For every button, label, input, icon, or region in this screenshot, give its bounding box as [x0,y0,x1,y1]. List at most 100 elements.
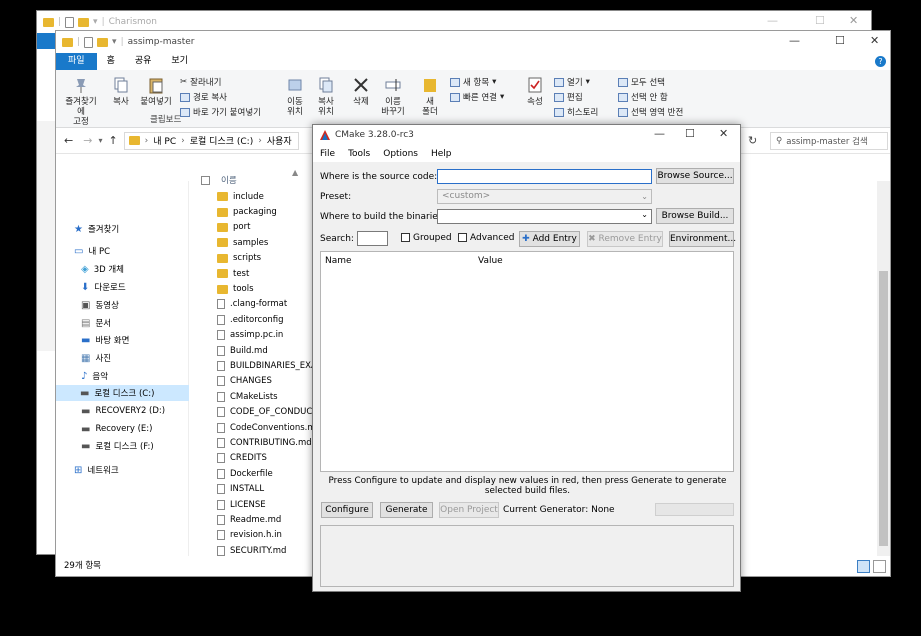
sidebar-item[interactable]: ▭ 내 PC [74,243,110,259]
file-icon [217,314,225,325]
menu-file[interactable]: File [320,149,335,159]
sidebar-item[interactable]: ▣ 동영상 [81,297,119,313]
sidebar-item[interactable]: ▬ 로컬 디스크 (C:) [56,385,189,401]
breadcrumb-item[interactable]: 로컬 디스크 (C:) [190,134,253,147]
properties-icon[interactable] [84,36,94,48]
sidebar-item[interactable]: ▬ 로컬 디스크 (F:) [81,438,154,454]
advanced-checkbox[interactable]: Advanced [458,233,514,243]
tab-share[interactable]: 공유 [125,53,162,70]
minimize-icon[interactable]: — [789,34,800,47]
sidebar-item[interactable]: ▦ 사진 [81,350,111,366]
remove-entry-button[interactable]: ✖ Remove Entry [587,231,663,247]
browse-build-button[interactable]: Browse Build... [656,208,734,224]
maximize-icon[interactable]: ☐ [815,14,825,27]
select-none-button[interactable]: 선택 안 함 [618,91,668,103]
cache-variables-table[interactable]: Name Value [320,251,734,472]
tab-view[interactable]: 보기 [161,53,198,70]
file-name: .editorconfig [230,314,284,325]
tab-home[interactable]: 홈 [97,53,125,70]
dropdown-icon: ▾ [585,77,590,87]
open-project-button[interactable]: Open Project [439,502,499,518]
sidebar-item[interactable]: ♪ 음악 [81,368,108,384]
menu-options[interactable]: Options [383,149,418,159]
up-arrow-icon[interactable]: ↑ [108,134,117,147]
sidebar-item-label: 사진 [95,354,112,364]
new-folder-button[interactable]: 새 폴더 [418,76,442,117]
close-icon[interactable]: ✕ [719,127,728,140]
preset-select[interactable]: <custom> ⌄ [437,189,652,204]
scrollbar-thumb[interactable] [879,271,888,546]
search-input[interactable]: ⚲ assimp-master 검색 [770,132,888,150]
move-to-button[interactable]: 이동 위치 [280,76,310,117]
sidebar-item[interactable]: ⊞ 네트워크 [74,462,119,478]
back-arrow-icon[interactable]: ← [64,134,73,147]
pin-quick-access-button[interactable]: 즐겨찾기에 고정 [62,76,100,127]
sidebar-item[interactable]: ▤ 문서 [81,315,111,331]
invert-selection-button[interactable]: 선택 영역 반전 [618,106,683,118]
sidebar-item[interactable]: ▬ RECOVERY2 (D:) [81,403,165,419]
minimize-icon[interactable]: — [654,127,665,140]
environment-button[interactable]: Environment... [669,231,736,247]
forward-arrow-icon[interactable]: → [83,134,92,147]
edit-icon [554,92,564,102]
file-icon [217,437,225,448]
output-log[interactable] [320,525,734,587]
build-label: Where to build the binaries: [320,212,446,222]
sidebar-item[interactable]: ▬ 바탕 화면 [81,332,129,348]
grouped-check-box[interactable] [401,233,410,242]
copy-path-button[interactable]: 경로 복사 [180,91,227,103]
sidebar-item[interactable]: ◈ 3D 개체 [81,261,124,277]
cut-button[interactable]: ✂ 잘라내기 [180,76,221,88]
maximize-icon[interactable]: ☐ [835,34,845,47]
music-icon: ♪ [81,370,88,382]
large-icons-view-icon[interactable] [873,560,886,573]
recent-dropdown-icon[interactable]: ▾ [98,136,102,145]
cmake-title: CMake 3.28.0-rc3 [335,130,414,140]
cmake-search-input[interactable] [357,231,388,246]
help-icon[interactable]: ? [875,56,886,67]
new-folder-icon[interactable] [97,37,109,47]
tab-file[interactable]: 파일 [56,53,97,70]
quick-access-dropdown-icon[interactable]: ▾ [112,37,117,47]
delete-button[interactable]: 삭제 [348,76,374,107]
add-entry-button[interactable]: ✚ Add Entry [519,231,580,247]
close-icon[interactable]: ✕ [849,14,858,27]
breadcrumb-item[interactable]: 사용자 [267,134,292,147]
source-path-input[interactable] [437,169,652,184]
maximize-icon[interactable]: ☐ [685,127,695,140]
new-item-button[interactable]: 새 항목 ▾ [450,76,496,88]
history-button[interactable]: 히스토리 [554,106,598,118]
configure-button[interactable]: Configure [321,502,373,518]
paste-button[interactable]: 붙여넣기 [138,76,174,107]
properties-button[interactable]: 속성 [522,76,548,107]
select-all-button[interactable]: 모두 선택 [618,76,665,88]
details-view-icon[interactable] [857,560,870,573]
copy-to-button[interactable]: 복사 위치 [311,76,341,117]
menu-help[interactable]: Help [431,149,452,159]
close-icon[interactable]: ✕ [870,34,879,47]
build-path-input[interactable]: ⌄ [437,209,652,224]
rename-button[interactable]: 이름 바꾸기 [378,76,408,117]
browse-source-button[interactable]: Browse Source... [656,168,734,184]
generate-button[interactable]: Generate [380,502,433,518]
refresh-icon[interactable]: ↻ [748,134,757,147]
select-all-checkbox[interactable] [201,175,210,185]
menu-tools[interactable]: Tools [348,149,370,159]
sidebar-item[interactable]: ▬ Recovery (E:) [81,421,152,437]
delete-label: 삭제 [353,97,369,107]
paste-shortcut-button[interactable]: 바로 가기 붙여넣기 [180,106,261,118]
grouped-checkbox[interactable]: Grouped [401,233,452,243]
advanced-check-box[interactable] [458,233,467,242]
vertical-scrollbar[interactable] [877,181,890,556]
sidebar-item[interactable]: ★ 즐겨찾기 [74,221,119,237]
new-item-label: 새 항목 [463,78,490,88]
copy-button[interactable]: 복사 [108,76,134,107]
open-button[interactable]: 열기 ▾ [554,76,590,88]
easy-access-button[interactable]: 빠른 연결 ▾ [450,91,504,103]
minimize-icon[interactable]: — [767,14,778,27]
breadcrumb-item[interactable]: 내 PC [153,134,176,147]
sidebar-item[interactable]: ⬇ 다운로드 [81,279,126,295]
name-column-header[interactable]: 이름 [201,174,237,186]
breadcrumb[interactable]: › 내 PC › 로컬 디스크 (C:) › 사용자 [123,131,299,150]
edit-button[interactable]: 편집 [554,91,583,103]
